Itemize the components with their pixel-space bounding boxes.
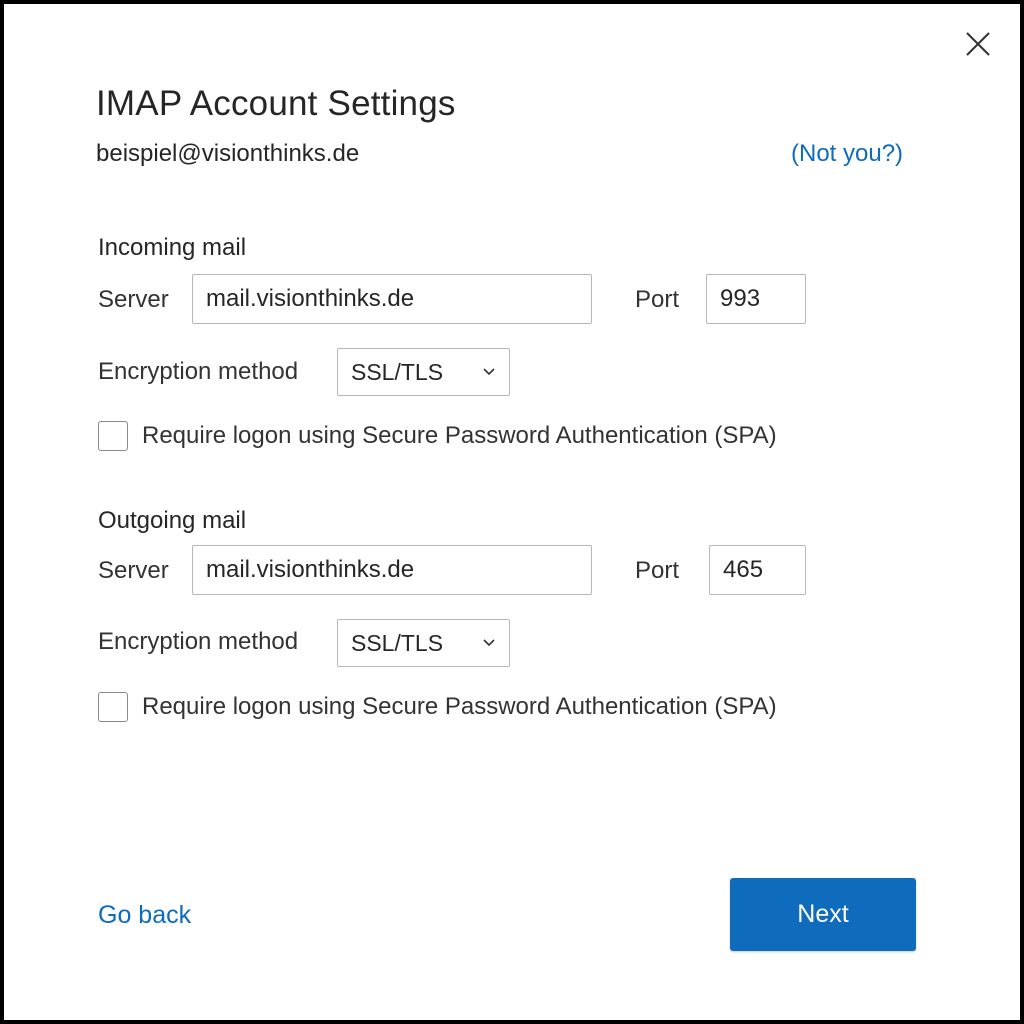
outgoing-mail-heading: Outgoing mail xyxy=(98,507,247,534)
outgoing-port-input[interactable] xyxy=(709,545,806,595)
incoming-server-input[interactable] xyxy=(192,274,592,324)
incoming-server-label: Server xyxy=(98,286,169,313)
incoming-spa-label: Require logon using Secure Password Auth… xyxy=(142,422,777,449)
outgoing-encryption-value: SSL/TLS xyxy=(351,629,444,656)
outgoing-spa-option[interactable]: Require logon using Secure Password Auth… xyxy=(98,692,777,722)
outgoing-server-label: Server xyxy=(98,557,169,584)
outgoing-spa-checkbox[interactable] xyxy=(98,692,128,722)
incoming-spa-option[interactable]: Require logon using Secure Password Auth… xyxy=(98,421,777,451)
incoming-encryption-label: Encryption method xyxy=(98,358,299,385)
incoming-mail-heading: Incoming mail xyxy=(98,234,247,261)
chevron-down-icon xyxy=(482,365,496,379)
incoming-port-label: Port xyxy=(635,286,680,313)
outgoing-port-label: Port xyxy=(635,557,680,584)
imap-settings-dialog: IMAP Account Settings beispiel@visionthi… xyxy=(4,4,1020,1020)
outgoing-encryption-label: Encryption method xyxy=(98,628,299,655)
incoming-encryption-select[interactable]: SSL/TLS xyxy=(337,348,510,396)
outgoing-server-input[interactable] xyxy=(192,545,592,595)
close-button[interactable] xyxy=(960,26,996,62)
incoming-encryption-value: SSL/TLS xyxy=(351,358,444,385)
incoming-spa-checkbox[interactable] xyxy=(98,421,128,451)
next-button[interactable]: Next xyxy=(730,878,916,951)
outgoing-spa-label: Require logon using Secure Password Auth… xyxy=(142,693,777,720)
close-icon xyxy=(966,32,990,56)
dialog-title: IMAP Account Settings xyxy=(96,84,456,123)
incoming-port-input[interactable] xyxy=(706,274,806,324)
outgoing-encryption-select[interactable]: SSL/TLS xyxy=(337,619,510,667)
go-back-link[interactable]: Go back xyxy=(98,901,191,930)
not-you-link[interactable]: (Not you?) xyxy=(791,140,903,168)
account-email: beispiel@visionthinks.de xyxy=(96,140,360,167)
chevron-down-icon xyxy=(482,636,496,650)
